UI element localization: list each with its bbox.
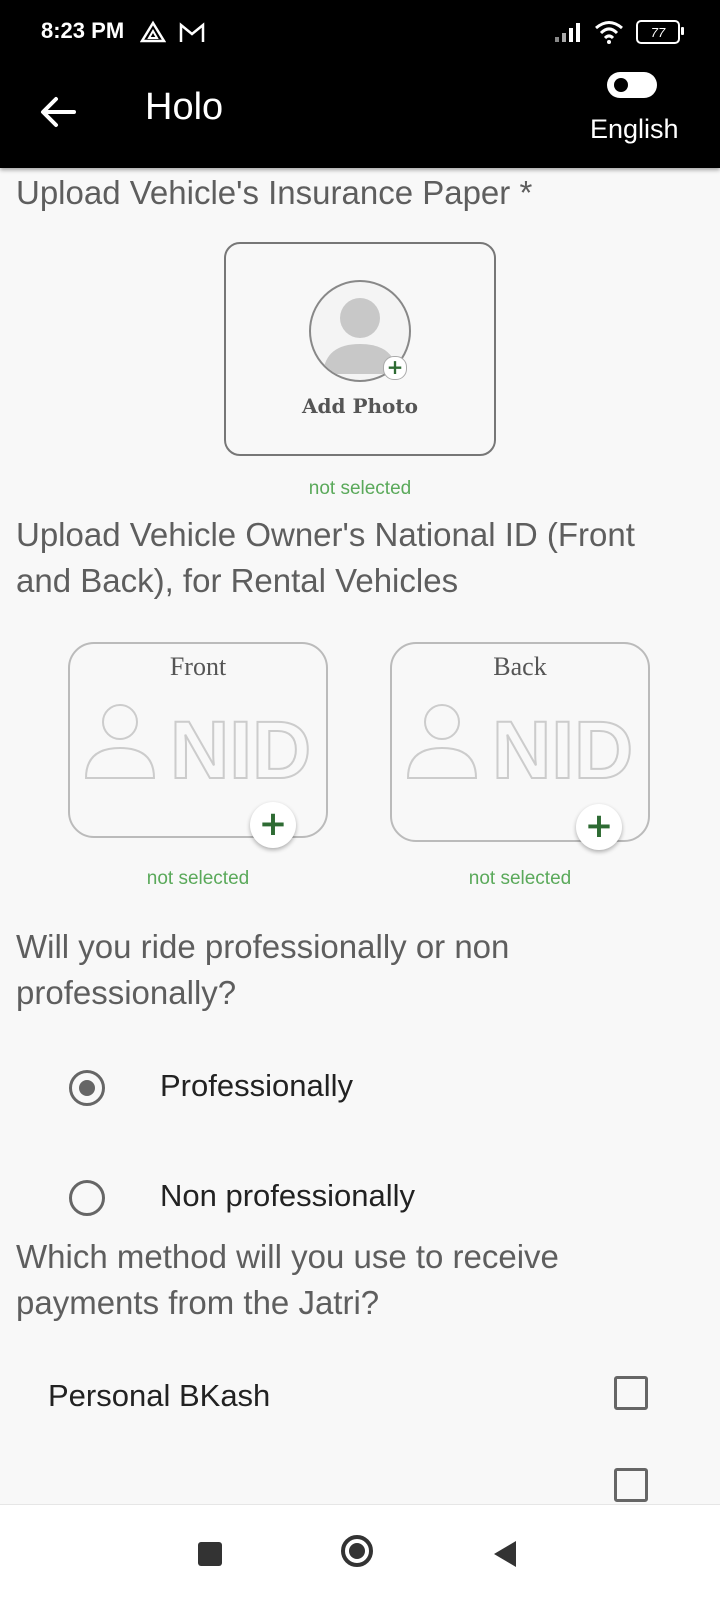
- plus-icon[interactable]: +: [250, 802, 296, 848]
- status-bar: 8:23 PM 77: [0, 0, 720, 64]
- nid-title: Upload Vehicle Owner's National ID (Fron…: [16, 516, 635, 599]
- toggle-knob: [614, 78, 628, 92]
- nid-front-label: Front: [169, 652, 227, 681]
- radio-non-professionally[interactable]: Non professionally: [0, 1168, 720, 1228]
- circle-icon[interactable]: [341, 1535, 373, 1567]
- notification-icons: [140, 20, 206, 46]
- arrow-left-icon[interactable]: [36, 90, 80, 134]
- radio-professionally[interactable]: Professionally: [0, 1058, 720, 1118]
- circle-icon-inner: [349, 1543, 365, 1559]
- app-title: Holo: [145, 86, 224, 128]
- nid-front-upload[interactable]: Front NID +: [68, 642, 328, 848]
- radio-selected-dot: [79, 1080, 95, 1096]
- app-bar: Holo English: [0, 64, 720, 168]
- gmail-icon: [179, 22, 205, 42]
- nid-back-label: Back: [493, 652, 547, 681]
- radio-label: Professionally: [160, 1068, 353, 1103]
- triangle-back-icon[interactable]: [494, 1541, 516, 1567]
- insurance-status: not selected: [308, 478, 412, 499]
- wifi-icon: [595, 21, 623, 44]
- insurance-title: Upload Vehicle's Insurance Paper *: [16, 174, 533, 211]
- nid-back-status: not selected: [468, 868, 572, 889]
- plus-icon[interactable]: +: [576, 804, 622, 850]
- id-card-icon: NID: [84, 704, 312, 794]
- nid-front-status: not selected: [146, 868, 250, 889]
- nid-front-card-text: NID: [170, 705, 311, 794]
- id-card-icon: NID: [406, 704, 634, 794]
- insurance-upload-box[interactable]: + Add Photo: [224, 242, 496, 456]
- system-nav-bar: [0, 1504, 720, 1601]
- drive-icon: [140, 20, 166, 43]
- form-content: Upload Vehicle's Insurance Paper * + Add…: [0, 168, 720, 1504]
- system-icons: 77: [554, 20, 684, 44]
- checkbox-next-partial[interactable]: [0, 1460, 720, 1504]
- plus-icon: +: [383, 356, 407, 380]
- checkbox-personal-bkash[interactable]: Personal BKash: [0, 1368, 720, 1428]
- checkbox[interactable]: [614, 1468, 648, 1502]
- nid-back-card-text: NID: [492, 705, 633, 794]
- checkbox-label: Personal BKash: [48, 1378, 271, 1413]
- ride-type-question: Will you ride professionally or non prof…: [16, 928, 510, 1011]
- checkbox[interactable]: [614, 1376, 648, 1410]
- add-photo-label: Add Photo: [302, 394, 418, 418]
- radio-label: Non professionally: [160, 1178, 416, 1213]
- language-toggle[interactable]: [607, 72, 657, 98]
- radio-button[interactable]: [69, 1070, 105, 1106]
- signal-icon: [555, 23, 580, 42]
- language-label: English: [590, 114, 679, 144]
- battery-indicator: 77: [636, 20, 684, 44]
- nid-back-upload[interactable]: Back NID +: [390, 642, 650, 850]
- status-time: 8:23 PM: [41, 18, 125, 43]
- payment-question: Which method will you use to receive pay…: [16, 1238, 559, 1321]
- square-icon[interactable]: [198, 1542, 222, 1566]
- radio-button[interactable]: [69, 1180, 105, 1216]
